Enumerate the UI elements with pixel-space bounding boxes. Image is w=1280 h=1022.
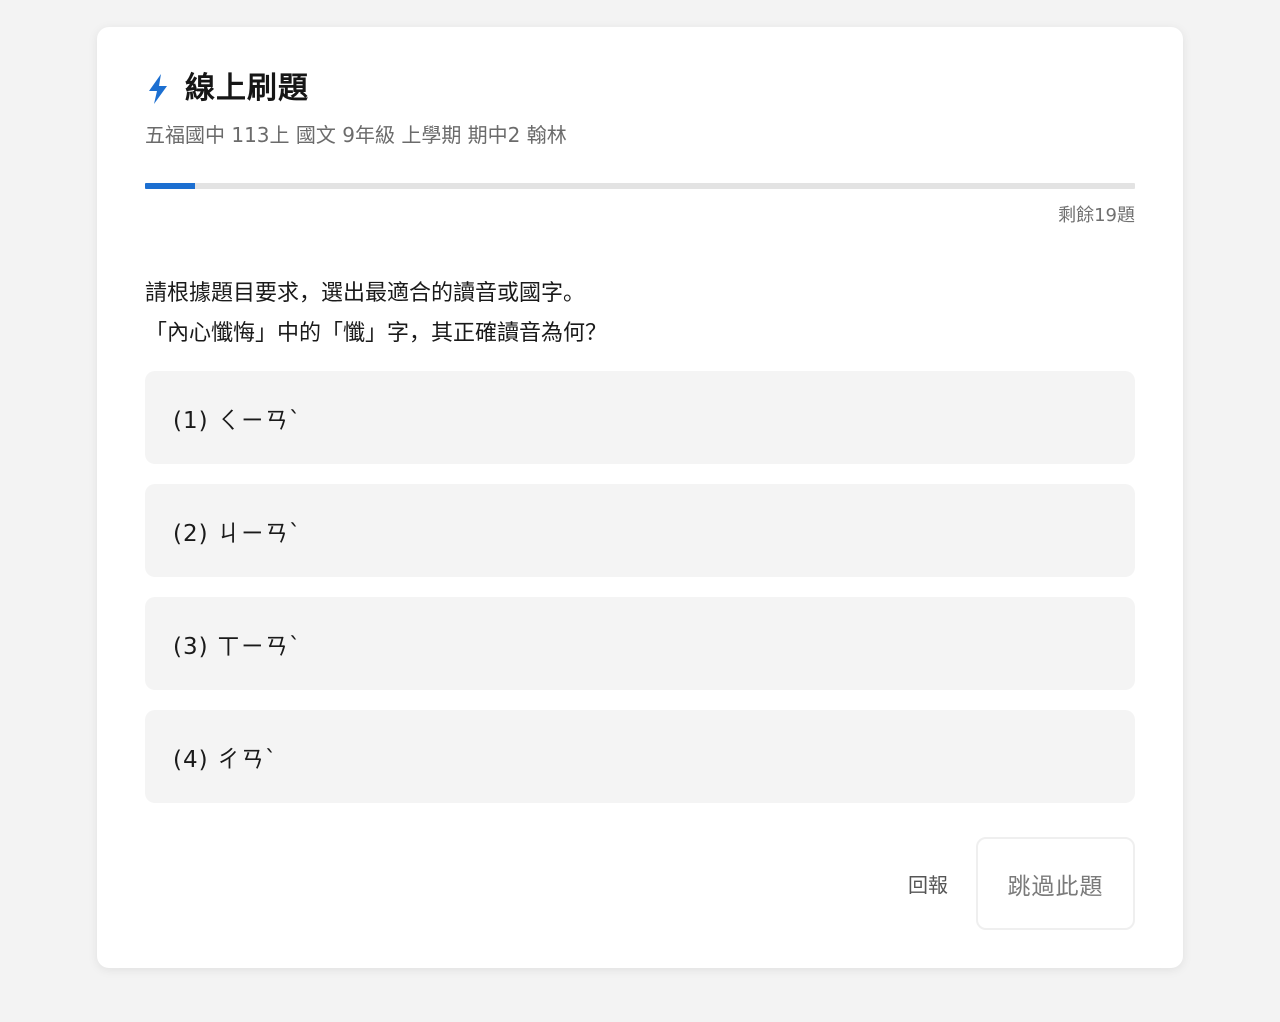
- question-prompt: 「內心懺悔」中的「懺」字，其正確讀音為何？: [145, 321, 608, 346]
- remaining-count: 剩餘19題: [1058, 205, 1135, 226]
- quiz-card: 線上刷題 五福國中 113上 國文 9年級 上學期 期中2 翰林 剩餘19題 請…: [97, 27, 1183, 968]
- exam-subtitle: 五福國中 113上 國文 9年級 上學期 期中2 翰林: [145, 123, 567, 147]
- question-instruction: 請根據題目要求，選出最適合的讀音或國字。: [145, 281, 586, 306]
- lightning-bolt-icon: [145, 72, 171, 106]
- skip-question-button[interactable]: 跳過此題: [976, 837, 1135, 930]
- option-3[interactable]: (3) ㄒㄧㄢˋ: [145, 597, 1135, 690]
- header: 線上刷題: [145, 71, 309, 107]
- progress-bar: [145, 183, 1135, 189]
- page-title: 線上刷題: [185, 71, 309, 106]
- option-1[interactable]: (1) ㄑㄧㄢˋ: [145, 371, 1135, 464]
- report-link[interactable]: 回報: [908, 869, 948, 898]
- option-label: (3) ㄒㄧㄢˋ: [173, 633, 302, 660]
- option-label: (2) ㄐㄧㄢˋ: [173, 520, 302, 547]
- option-2[interactable]: (2) ㄐㄧㄢˋ: [145, 484, 1135, 577]
- question-text: 請根據題目要求，選出最適合的讀音或國字。 「內心懺悔」中的「懺」字，其正確讀音為…: [145, 274, 1135, 354]
- action-bar: 回報 跳過此題: [908, 837, 1135, 930]
- option-label: (1) ㄑㄧㄢˋ: [173, 407, 302, 434]
- progress-fill: [145, 183, 195, 189]
- option-label: (4) ㄔㄢˋ: [173, 746, 278, 773]
- option-4[interactable]: (4) ㄔㄢˋ: [145, 710, 1135, 803]
- options-list: (1) ㄑㄧㄢˋ (2) ㄐㄧㄢˋ (3) ㄒㄧㄢˋ (4) ㄔㄢˋ: [145, 371, 1135, 823]
